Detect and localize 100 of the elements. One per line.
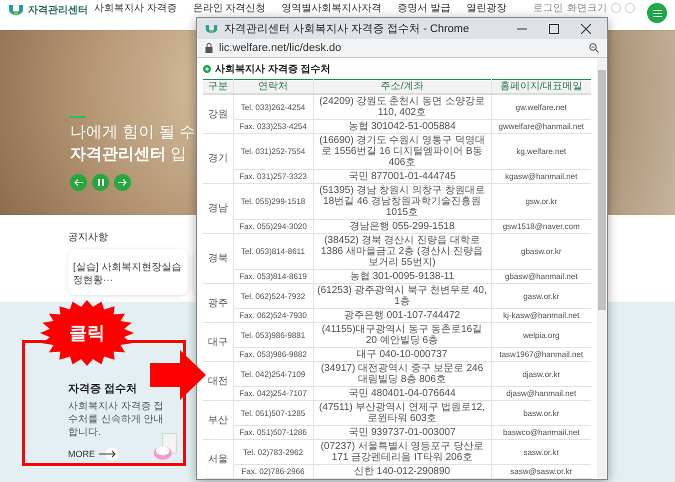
contact-cell: Fax. 051)507-1286 bbox=[233, 426, 313, 440]
region-cell: 경남 bbox=[203, 184, 233, 234]
contact-cell: Fax. 055)294-3020 bbox=[233, 220, 313, 234]
contact-cell: Tel. 051)507-1285 bbox=[233, 400, 313, 426]
window-title: 자격관리센터 사회복지사 자격증 접수처 - Chrome bbox=[224, 22, 470, 36]
column-header: 연락처 bbox=[233, 80, 313, 94]
arrow-left-icon bbox=[74, 179, 83, 186]
logo-icon bbox=[205, 24, 218, 34]
scrollbar[interactable] bbox=[597, 58, 607, 479]
homepage-cell: gbasw@hanmail.net bbox=[491, 270, 591, 284]
homepage-cell: gwwelfare@hanmail.net bbox=[491, 120, 591, 134]
address-cell: (47511) 부산광역시 연제구 법원로12, 로윈타워 603호 bbox=[313, 400, 491, 426]
zoom-out-icon[interactable] bbox=[625, 3, 635, 13]
contact-cell: Tel. 053)986-9881 bbox=[233, 322, 313, 348]
notice-card[interactable]: [실습] 사회복지현장실습 정현황··· bbox=[68, 249, 188, 295]
homepage-cell: kj-kasw@hanmail.net bbox=[491, 308, 591, 322]
logo-icon bbox=[8, 4, 24, 16]
logo-text[interactable]: 자격관리센터 bbox=[28, 3, 88, 17]
homepage-cell: baswco@hanmail.net bbox=[491, 426, 591, 440]
homepage-cell: kgasw@hanmail.net bbox=[491, 170, 591, 184]
notice-title: [실습] 사회복지현장실습 bbox=[73, 261, 182, 274]
address-cell: (16690) 경기도 수원시 영통구 덕영대로 1556번길 16 디지털엠파이어 B동 406호 bbox=[313, 134, 491, 170]
bullet-icon bbox=[203, 65, 211, 73]
homepage-cell: welpia.org bbox=[491, 322, 591, 348]
contact-cell: Tel. 042)254-7109 bbox=[233, 362, 313, 386]
address-cell: 국민 939737-01-003007 bbox=[313, 426, 491, 440]
homepage-cell: sasw@sasw.or.kr bbox=[491, 464, 591, 478]
nav-link[interactable]: 열린광장 bbox=[466, 3, 506, 15]
zoom-icon[interactable] bbox=[589, 43, 599, 54]
zoom-in-icon[interactable] bbox=[611, 3, 621, 13]
section-title: 공지사항 bbox=[68, 231, 108, 245]
address-cell: (24209) 강원도 춘천시 동면 소양강로110, 402호 bbox=[313, 94, 491, 120]
homepage-cell: djasw.or.kr bbox=[491, 362, 591, 386]
contact-cell: Fax. 033)253-4254 bbox=[233, 120, 313, 134]
contact-cell: Fax. 062)524-7930 bbox=[233, 308, 313, 322]
arrow-right-icon bbox=[118, 179, 127, 186]
contact-cell: Fax. 053)986-9882 bbox=[233, 348, 313, 362]
column-header: 구분 bbox=[203, 80, 233, 94]
pause-icon bbox=[98, 179, 104, 186]
homepage-cell: gsw.or.kr bbox=[491, 184, 591, 220]
homepage-cell: tasw1967@hanmail.net bbox=[491, 348, 591, 362]
section-heading: 사회복지사 자격증 접수처 bbox=[215, 63, 331, 76]
card-description: 사회복지사 자격증 접수처를 신속하게 안내합니다. bbox=[68, 400, 165, 439]
address-cell: 신한 140-012-290890 bbox=[313, 464, 491, 478]
region-cell: 경기 bbox=[203, 134, 233, 184]
nav-link[interactable]: 영역별사회복지사자격 bbox=[282, 3, 382, 15]
homepage-cell: kg.welfare.net bbox=[491, 134, 591, 170]
homepage-cell: gbasw.or.kr bbox=[491, 234, 591, 270]
homepage-cell: gw.welfare.net bbox=[491, 94, 591, 120]
address-cell: (38452) 경북 경산시 진량읍 대학로 1386 새마을금고 2층 (경산시 진량읍 보거리 55번지) bbox=[313, 234, 491, 270]
contact-cell: Fax. 031)257-3323 bbox=[233, 170, 313, 184]
column-header: 주소/계좌 bbox=[313, 80, 491, 94]
address-cell: 농협 301-0095-9138-11 bbox=[313, 270, 491, 284]
address-cell: 경남은행 055-299-1518 bbox=[313, 220, 491, 234]
address-cell: (51395) 경남 창원시 의창구 창원대로 18번길 46 경남창원과학기술진흥원 1015호 bbox=[313, 184, 491, 220]
address-cell: 대구 040-10-000737 bbox=[313, 348, 491, 362]
contact-cell: Fax. 02)786-2966 bbox=[233, 464, 313, 478]
column-header: 홈페이지/대표메일 bbox=[491, 80, 591, 94]
maximize-icon bbox=[549, 24, 559, 34]
contact-cell: Tel. 031)252-7554 bbox=[233, 134, 313, 170]
address-cell: 국민 480401-04-076644 bbox=[313, 386, 491, 400]
menu-button[interactable] bbox=[647, 3, 667, 23]
utility-link[interactable]: 로그인 bbox=[533, 3, 563, 15]
region-cell: 서울 bbox=[203, 440, 233, 478]
more-link[interactable]: MORE bbox=[68, 447, 119, 461]
notice-title: 정현황··· bbox=[73, 274, 114, 287]
lock-icon bbox=[205, 43, 213, 54]
contact-cell: Tel. 055)299-1518 bbox=[233, 184, 313, 220]
utility-link[interactable]: 화면크기 bbox=[567, 3, 607, 15]
contact-cell: Fax. 053)814-8619 bbox=[233, 270, 313, 284]
contact-cell: Fax. 042)254-7107 bbox=[233, 386, 313, 400]
nav-link[interactable]: 증명서 발급 bbox=[398, 3, 450, 15]
accent-line bbox=[70, 116, 86, 118]
nav-link[interactable]: 온라인 자격신청 bbox=[192, 3, 266, 15]
contact-cell: Tel. 062)524-7932 bbox=[233, 284, 313, 308]
region-cell: 경북 bbox=[203, 234, 233, 284]
address-cell: 농협 301042-51-005884 bbox=[313, 120, 491, 134]
homepage-cell: gsw1518@naver.com bbox=[491, 220, 591, 234]
hero-headline: 나에게 힘이 될 수 bbox=[70, 123, 196, 143]
address-cell: 광주은행 001-107-744472 bbox=[313, 308, 491, 322]
menu-icon bbox=[652, 10, 662, 16]
homepage-cell: sasw.or.kr bbox=[491, 440, 591, 464]
region-cell: 강원 bbox=[203, 94, 233, 134]
contact-cell: Tel. 02)783-2962 bbox=[233, 440, 313, 464]
address-cell: (07237) 서울특별시 영등포구 당산로 171 금강펜테리움 IT타워 206호 bbox=[313, 440, 491, 464]
homepage-cell: basw.or.kr bbox=[491, 400, 591, 426]
address-cell: 국민 877001-01-444745 bbox=[313, 170, 491, 184]
contact-cell: Tel. 033)262-4254 bbox=[233, 94, 313, 120]
address-cell: (61253) 광주광역시 북구 천변우로 40, 1층 bbox=[313, 284, 491, 308]
close-icon bbox=[581, 24, 591, 34]
address-cell: (34917) 대전광역시 중구 보문로 246 대림빌딩 8층 806호 bbox=[313, 362, 491, 386]
arrow-right-icon bbox=[99, 447, 119, 461]
homepage-cell: gasw.or.kr bbox=[491, 284, 591, 308]
card-title: 자격증 접수처 bbox=[68, 382, 138, 396]
hero-headline: 자격관리센터 입 bbox=[70, 145, 188, 165]
region-cell: 부산 bbox=[203, 400, 233, 440]
contact-cell: Tel. 053)814-8611 bbox=[233, 234, 313, 270]
region-cell: 광주 bbox=[203, 284, 233, 322]
minimize-icon bbox=[517, 28, 527, 30]
nav-link[interactable]: 사회복지사 자격증 bbox=[94, 3, 177, 15]
